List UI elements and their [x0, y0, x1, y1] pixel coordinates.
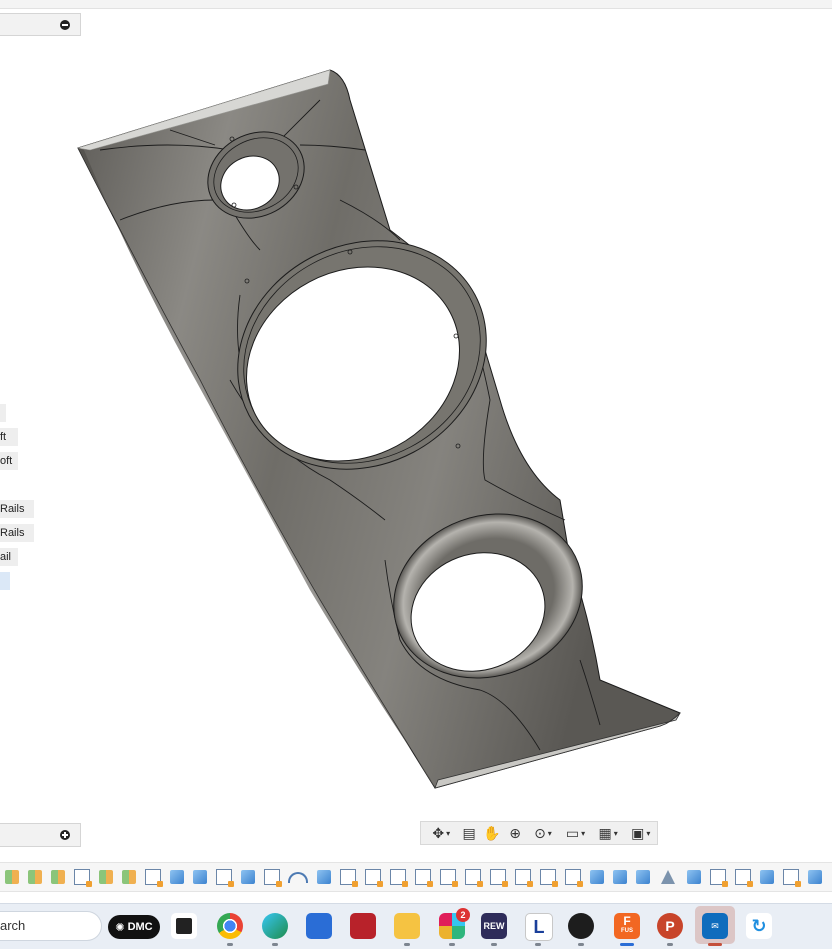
- sketch-icon[interactable]: [465, 869, 483, 887]
- app-icon[interactable]: ↻: [746, 913, 772, 939]
- active-indicator: [708, 943, 722, 946]
- sketch-icon[interactable]: [565, 869, 583, 887]
- dmc-spinner-icon: ✺: [115, 921, 125, 934]
- sketch-icon[interactable]: [490, 869, 508, 887]
- loft-icon[interactable]: [661, 870, 675, 884]
- title-strip: [0, 0, 832, 9]
- timeline-feature-icon[interactable]: [51, 870, 65, 884]
- mail-icon: ✉: [711, 920, 719, 931]
- timeline-feature-icon[interactable]: [5, 870, 19, 884]
- snipping-tool-icon[interactable]: [350, 913, 376, 939]
- running-indicator: [578, 943, 584, 946]
- taskbar-search[interactable]: arch: [0, 911, 102, 941]
- task-view-icon[interactable]: [171, 913, 197, 939]
- sketch-icon[interactable]: [390, 869, 408, 887]
- sketch-icon[interactable]: [540, 869, 558, 887]
- solid-body-icon[interactable]: [317, 870, 331, 884]
- sketch-icon[interactable]: [74, 869, 92, 887]
- solid-body-icon[interactable]: [613, 870, 627, 884]
- zoom-icon[interactable]: ⊕: [504, 823, 527, 843]
- sketch-icon[interactable]: [340, 869, 358, 887]
- solid-body-icon[interactable]: [241, 870, 255, 884]
- active-indicator: [620, 943, 634, 946]
- solid-body-icon[interactable]: [193, 870, 207, 884]
- solid-body-icon[interactable]: [590, 870, 604, 884]
- slack-icon[interactable]: 2: [439, 908, 470, 939]
- outlook-icon[interactable]: ✉: [702, 913, 728, 939]
- rew-icon[interactable]: REW: [481, 913, 507, 939]
- taskbar: arch ✺ DMC 2 REW L F FUS P ✉ ↻: [0, 903, 832, 949]
- edge-icon[interactable]: [262, 913, 288, 939]
- timeline-feature-icon[interactable]: [28, 870, 42, 884]
- powerpoint-icon[interactable]: P: [657, 913, 683, 939]
- timeline-feature-icon[interactable]: [99, 870, 113, 884]
- comments-panel-header[interactable]: [0, 823, 81, 847]
- store-icon[interactable]: [306, 913, 332, 939]
- pan-icon[interactable]: ✋: [481, 823, 504, 843]
- sketch-icon[interactable]: [365, 869, 383, 887]
- sketch-icon[interactable]: [216, 869, 234, 887]
- navigation-bar: ✥ ▤ ✋ ⊕ ⊙ ▭ ▦ ▣: [420, 821, 658, 845]
- sketch-icon[interactable]: [264, 869, 282, 887]
- sketch-icon[interactable]: [710, 869, 728, 887]
- solid-body-icon[interactable]: [808, 870, 822, 884]
- viewports-icon[interactable]: ▣: [624, 823, 657, 843]
- sketch-icon[interactable]: [783, 869, 801, 887]
- solid-body-icon[interactable]: [687, 870, 701, 884]
- minus-circle-icon[interactable]: [60, 20, 70, 30]
- timeline-toolbar: [0, 862, 832, 892]
- notification-badge: 2: [456, 908, 470, 922]
- model-viewport[interactable]: [0, 38, 832, 820]
- running-indicator: [272, 943, 278, 946]
- display-settings-icon[interactable]: ▭: [559, 823, 592, 843]
- speaker-baffle-model[interactable]: [77, 69, 681, 789]
- fit-icon[interactable]: ⊙: [527, 823, 560, 843]
- running-indicator: [535, 943, 541, 946]
- running-indicator: [491, 943, 497, 946]
- running-indicator: [227, 943, 233, 946]
- fillet-icon[interactable]: [288, 871, 308, 883]
- timeline-feature-icon[interactable]: [122, 870, 136, 884]
- running-indicator: [667, 943, 673, 946]
- sketch-icon[interactable]: [145, 869, 163, 887]
- solid-body-icon[interactable]: [170, 870, 184, 884]
- solid-body-icon[interactable]: [760, 870, 774, 884]
- sketch-icon[interactable]: [440, 869, 458, 887]
- running-indicator: [449, 943, 455, 946]
- app-icon[interactable]: [568, 913, 594, 939]
- dmc-app-icon[interactable]: ✺ DMC: [108, 915, 160, 939]
- sketch-icon[interactable]: [415, 869, 433, 887]
- chrome-icon[interactable]: [217, 913, 243, 939]
- solid-body-icon[interactable]: [636, 870, 650, 884]
- sketch-icon[interactable]: [735, 869, 753, 887]
- grid-settings-icon[interactable]: ▦: [592, 823, 625, 843]
- file-explorer-icon[interactable]: [394, 913, 420, 939]
- running-indicator: [404, 943, 410, 946]
- look-at-icon[interactable]: ▤: [458, 823, 481, 843]
- sketch-icon[interactable]: [515, 869, 533, 887]
- plus-circle-icon[interactable]: [60, 830, 70, 840]
- fusion-360-icon[interactable]: F FUS: [614, 913, 640, 939]
- ltspice-icon[interactable]: L: [525, 913, 553, 941]
- orbit-icon[interactable]: ✥: [425, 823, 458, 843]
- browser-panel-header[interactable]: [0, 13, 81, 36]
